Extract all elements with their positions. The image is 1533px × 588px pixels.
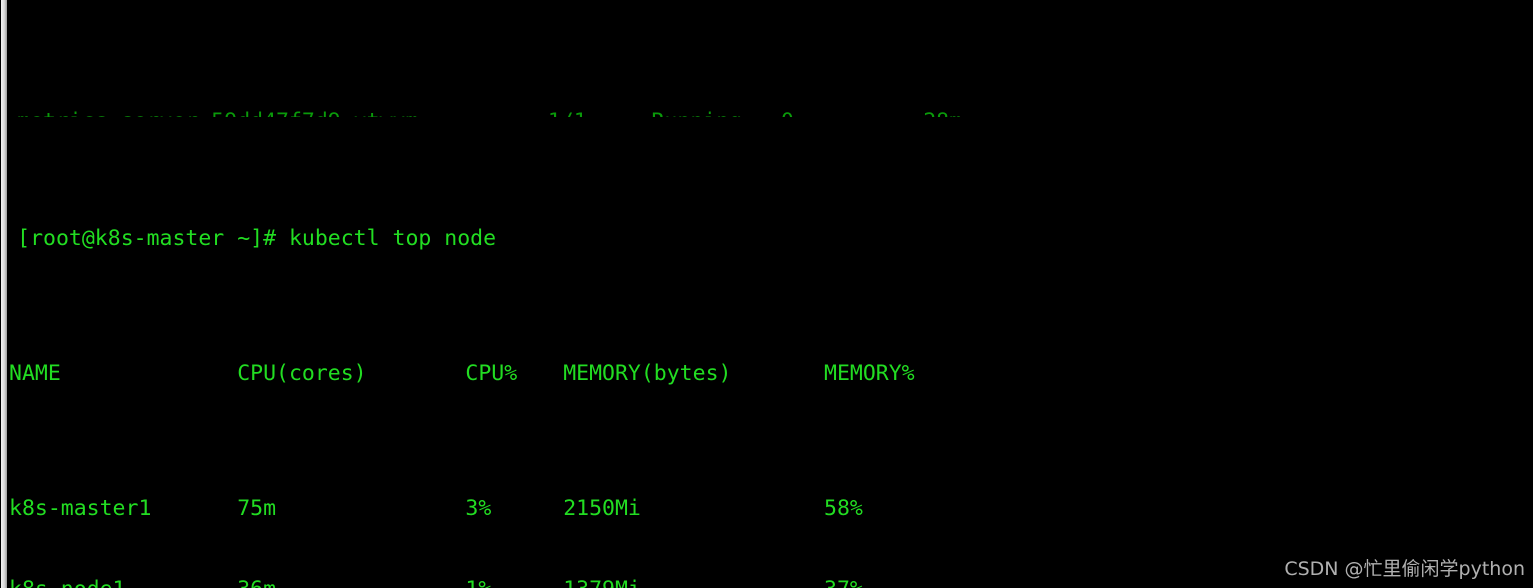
terminal-scrollbar[interactable]	[0, 0, 9, 588]
scrollback-text: metrics-server-59dd47f7d9-vtwvm 1/1 Runn…	[17, 108, 962, 117]
scrollback-clipped-line: metrics-server-59dd47f7d9-vtwvm 1/1 Runn…	[9, 108, 1533, 117]
node-mem-pct: 37%	[824, 576, 863, 588]
node-col-cpu-pct: CPU%	[465, 361, 518, 386]
node-col-cpu-cores: CPU(cores)	[237, 361, 367, 386]
csdn-watermark: CSDN @忙里偷闲学python	[1284, 558, 1525, 580]
node-mem-bytes: 2150Mi	[563, 496, 641, 521]
scrollbar-edge	[7, 0, 9, 588]
node-mem-bytes: 1379Mi	[563, 576, 641, 588]
node-cpu-cores: 75m	[237, 496, 277, 521]
node-cpu-pct: 1%	[465, 576, 491, 588]
node-name: k8s-node1	[9, 576, 126, 588]
node-cpu-pct: 3%	[465, 496, 492, 521]
node-cpu-cores: 36m	[237, 576, 276, 588]
node-mem-pct: 58%	[824, 496, 863, 521]
node-col-name: NAME	[9, 361, 61, 386]
terminal-screen: metrics-server-59dd47f7d9-vtwvm 1/1 Runn…	[9, 0, 1533, 588]
prompt-text-top: [root@k8s-master ~]# kubectl top node	[17, 226, 497, 251]
node-col-mem-pct: MEMORY%	[824, 361, 915, 386]
node-table-row: k8s-master1 75m 3% 2150Mi 58%	[9, 495, 1533, 522]
prompt-line-top: [root@k8s-master ~]# kubectl top node	[9, 225, 1533, 252]
terminal-window[interactable]: metrics-server-59dd47f7d9-vtwvm 1/1 Runn…	[0, 0, 1533, 588]
node-col-mem-bytes: MEMORY(bytes)	[563, 361, 732, 386]
node-name: k8s-master1	[9, 496, 152, 521]
node-table-header: NAME CPU(cores) CPU% MEMORY(bytes) MEMOR…	[9, 360, 1533, 387]
